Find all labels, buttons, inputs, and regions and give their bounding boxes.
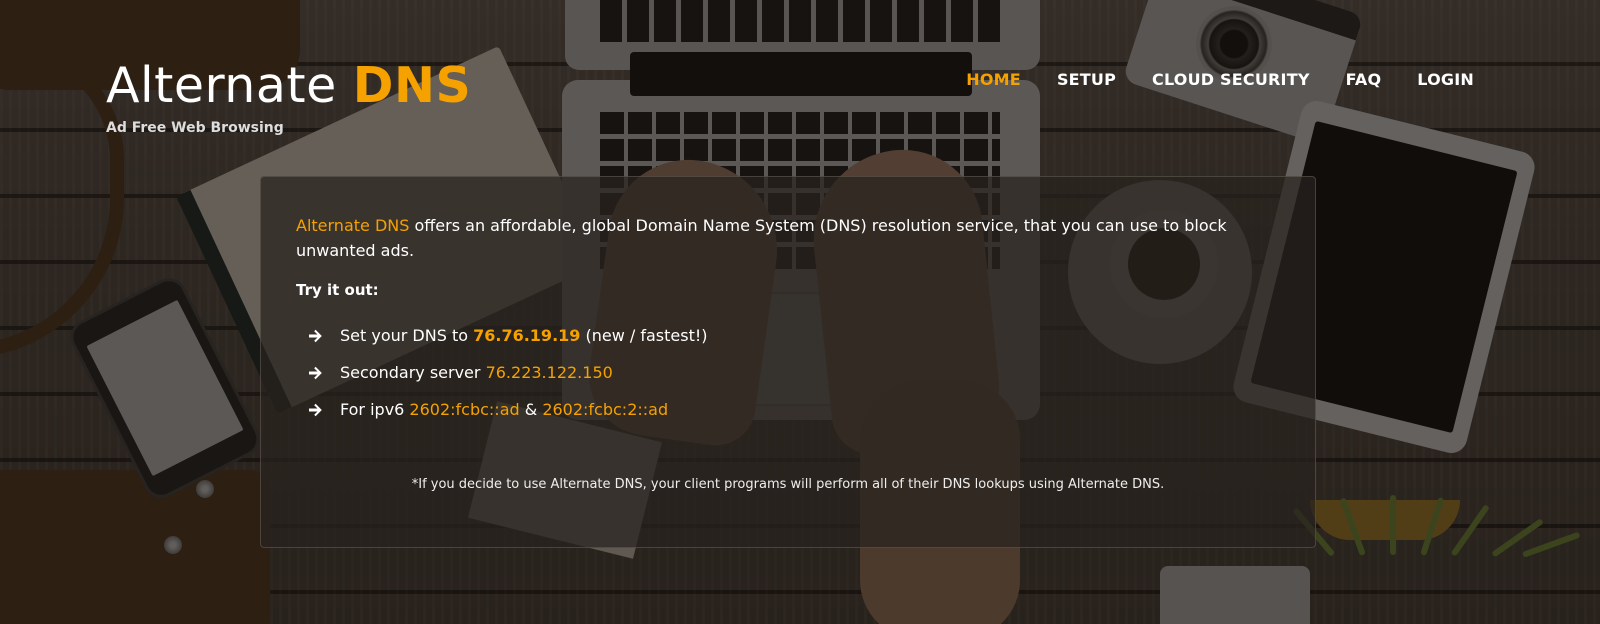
nav-login[interactable]: LOGIN: [1417, 70, 1474, 89]
item-suffix: (new / fastest!): [580, 326, 708, 345]
secondary-dns-value: 76.223.122.150: [485, 363, 613, 382]
item-prefix: Set your DNS to: [340, 326, 474, 345]
item-prefix: Secondary server: [340, 363, 486, 382]
list-item: For ipv6 2602:fcbc::ad & 2602:fcbc:2::ad: [308, 391, 1281, 428]
logo-accent: DNS: [352, 57, 472, 114]
nav-home[interactable]: HOME: [966, 70, 1021, 89]
nav-cloud-security[interactable]: CLOUD SECURITY: [1152, 70, 1310, 89]
intro-brand: Alternate DNS: [296, 216, 410, 235]
nav-faq[interactable]: FAQ: [1346, 70, 1382, 89]
footnote: *If you decide to use Alternate DNS, you…: [411, 477, 1165, 492]
arrow-right-icon: [309, 403, 322, 416]
logo-text: Alternate: [106, 57, 337, 114]
content-panel: Alternate DNS offers an affordable, glob…: [260, 176, 1316, 548]
site-logo[interactable]: Alternate DNS Ad Free Web Browsing: [106, 56, 471, 136]
arrow-right-icon: [309, 366, 322, 379]
item-prefix: For ipv6: [340, 400, 410, 419]
intro-text: offers an affordable, global Domain Name…: [296, 216, 1227, 260]
list-item: Secondary server 76.223.122.150: [308, 354, 1281, 391]
dns-list: Set your DNS to 76.76.19.19 (new / faste…: [296, 317, 1281, 428]
logo-tagline: Ad Free Web Browsing: [106, 120, 284, 136]
item-separator: &: [519, 400, 543, 419]
arrow-right-icon: [309, 329, 322, 342]
nav-setup[interactable]: SETUP: [1057, 70, 1116, 89]
ipv6-dns-value-2: 2602:fcbc:2::ad: [542, 400, 669, 419]
list-item: Set your DNS to 76.76.19.19 (new / faste…: [308, 317, 1281, 354]
intro-paragraph: Alternate DNS offers an affordable, glob…: [296, 213, 1246, 263]
ipv6-dns-value-1: 2602:fcbc::ad: [409, 400, 520, 419]
logo-title: Alternate DNS: [106, 56, 471, 116]
try-heading: Try it out:: [296, 281, 379, 299]
primary-dns-value: 76.76.19.19: [473, 326, 581, 345]
main-nav: HOME SETUP CLOUD SECURITY FAQ LOGIN: [966, 70, 1474, 89]
